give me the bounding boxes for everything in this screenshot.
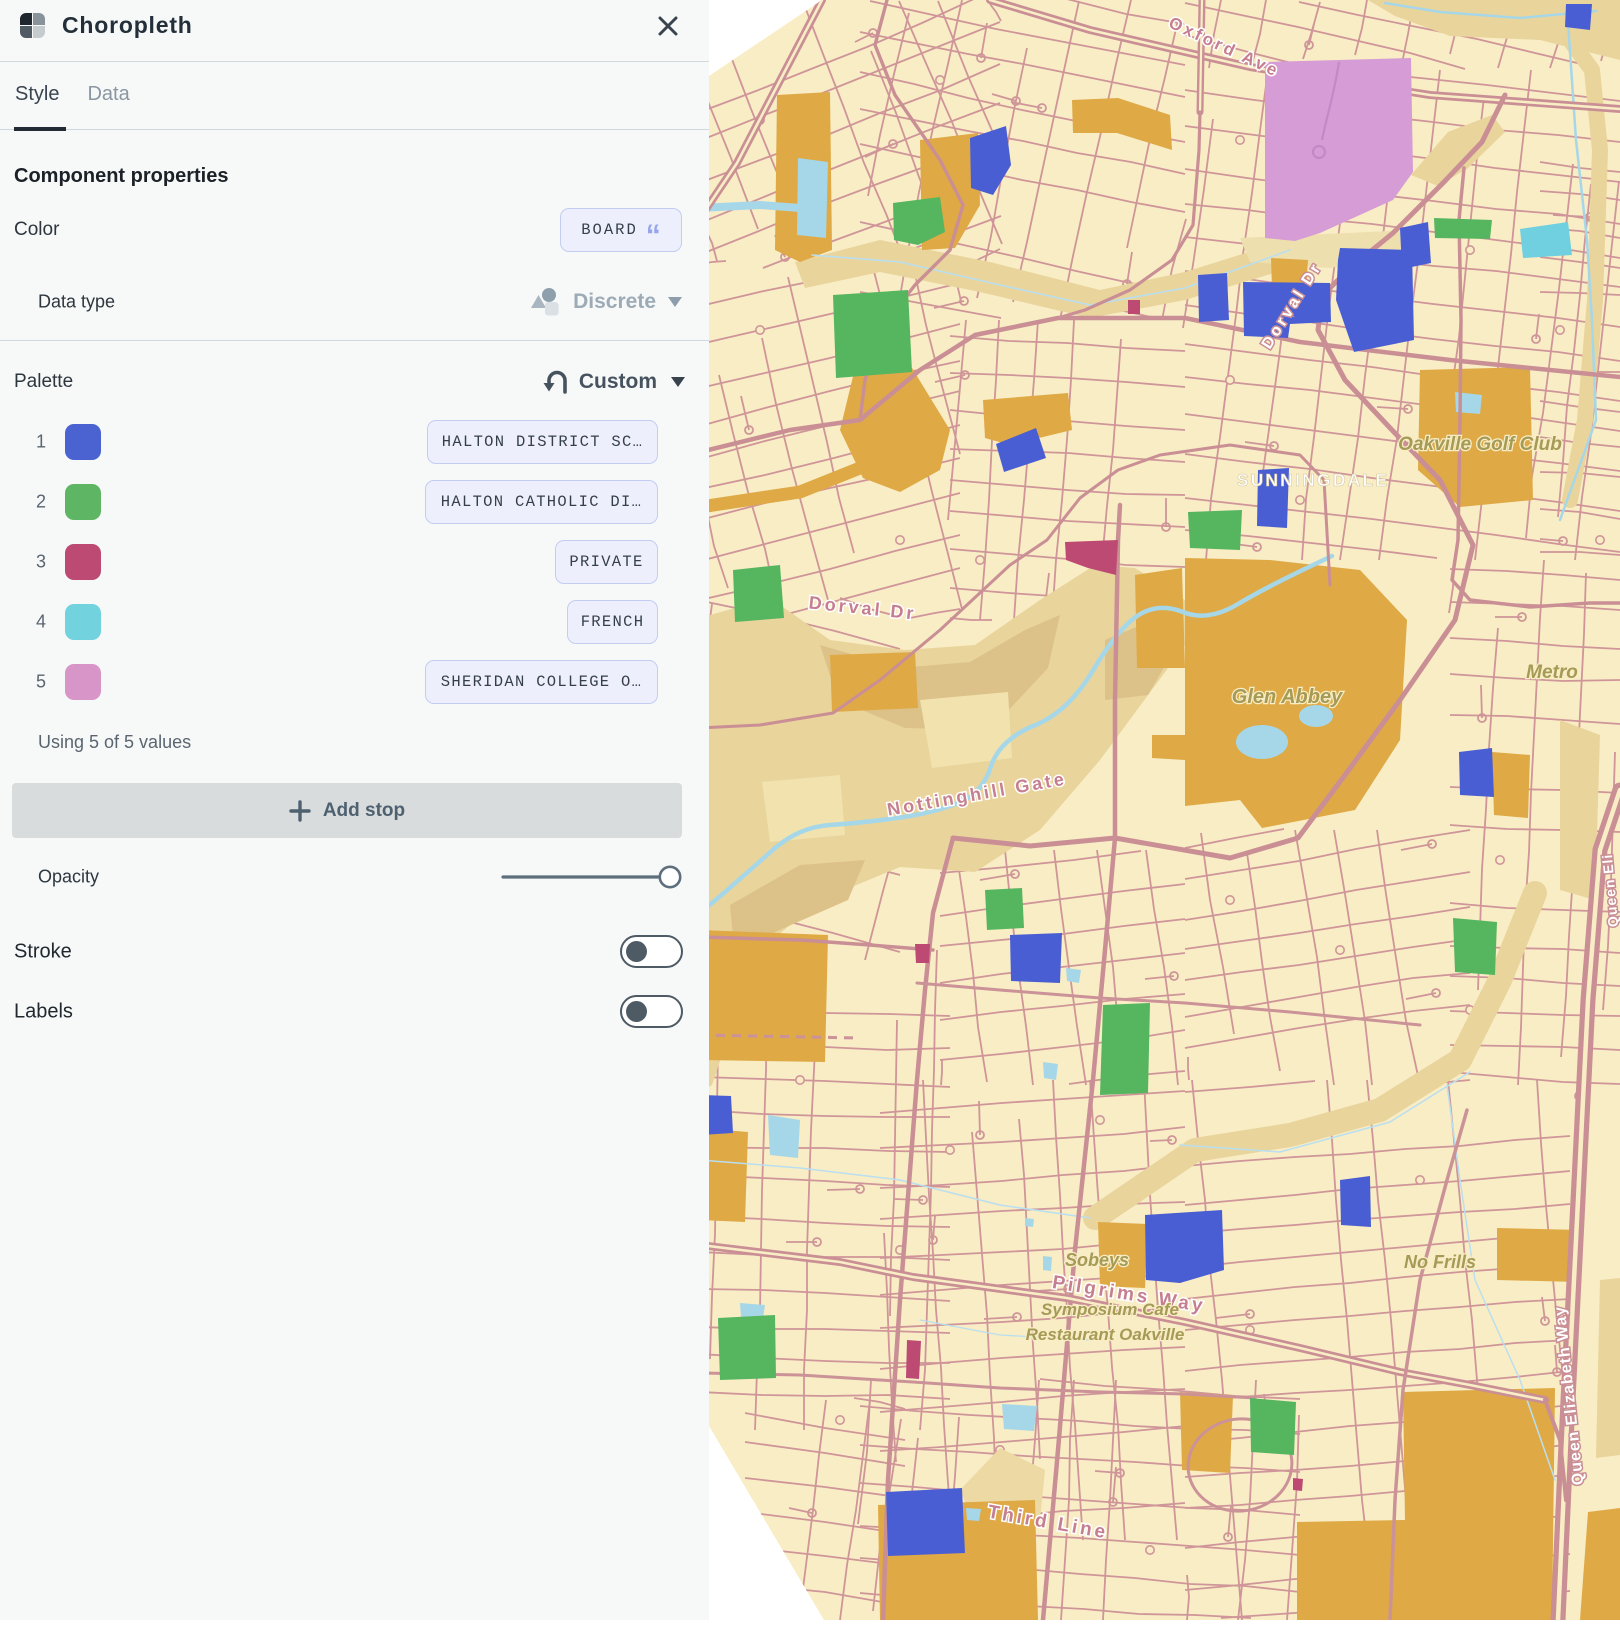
svg-text:Restaurant Oakville: Restaurant Oakville (1026, 1325, 1185, 1344)
svg-text:Oakville Golf Club: Oakville Golf Club (1398, 434, 1562, 455)
svg-text:Glen Abbey: Glen Abbey (1232, 686, 1343, 708)
svg-text:No Frills: No Frills (1404, 1252, 1476, 1272)
svg-text:Symposium Cafe: Symposium Cafe (1041, 1300, 1179, 1319)
svg-text:Sobeys: Sobeys (1065, 1250, 1129, 1270)
svg-text:SUNNINGDALE: SUNNINGDALE (1237, 470, 1390, 490)
svg-text:Metro: Metro (1526, 662, 1578, 683)
